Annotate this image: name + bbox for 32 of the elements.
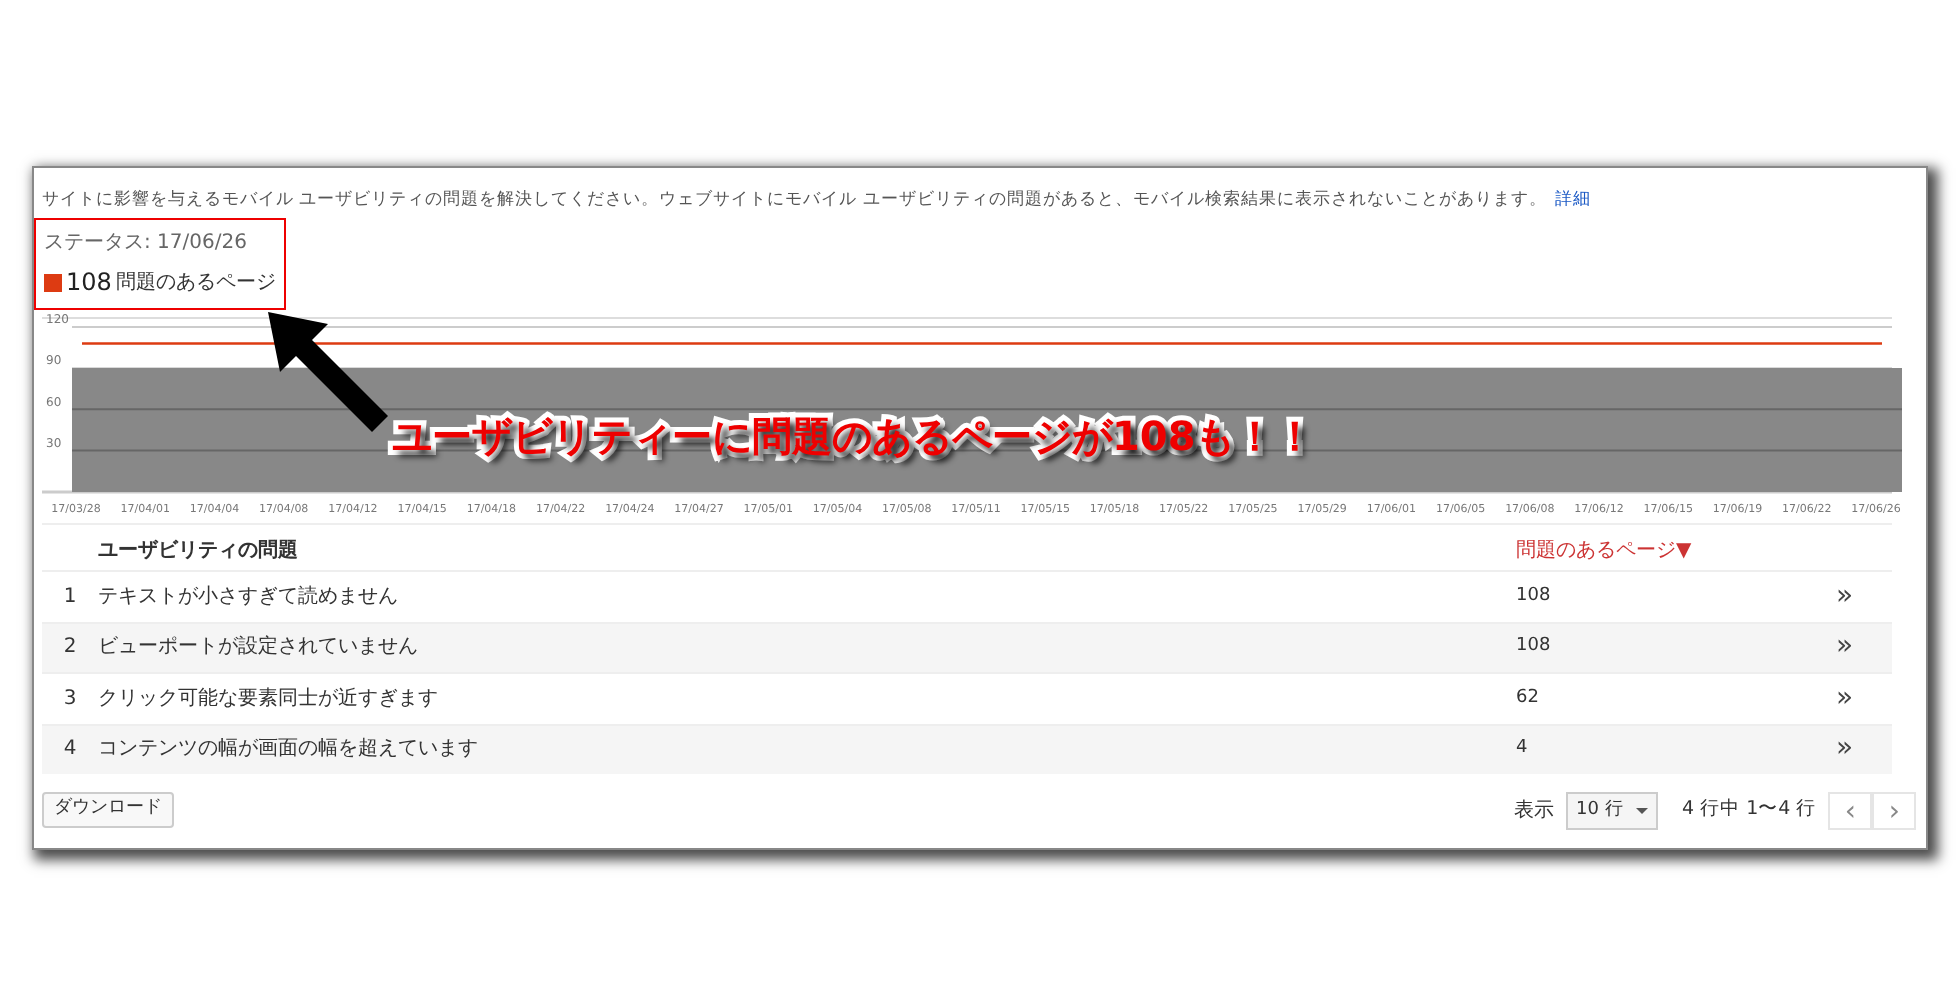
download-button[interactable]: ダウンロード [42, 792, 174, 828]
callout-text: ユーザビリティーに問題のあるページが108も！！ [392, 410, 1316, 464]
show-label: 表示 [1514, 797, 1554, 826]
caret-icon [1636, 808, 1648, 814]
issue-count: 108 [66, 266, 112, 300]
column-header: ユーザビリティの問題 [98, 537, 300, 565]
row-number: 4 [61, 736, 79, 765]
issue-name: ビューポートが設定されていません [98, 633, 420, 663]
row-range: 4 行中 1〜4 行 [1682, 796, 1817, 825]
legend-label: 問題のあるページ [115, 269, 276, 297]
row-number: 3 [61, 685, 79, 714]
open-details-link[interactable]: » [1836, 677, 1854, 720]
next-page-button[interactable]: › [1872, 792, 1917, 830]
page-count: 4 [1516, 736, 1530, 762]
page-count: 108 [1516, 583, 1553, 609]
row-number: 2 [61, 634, 79, 663]
page-count: 108 [1516, 634, 1553, 660]
status-date: ステータス: 17/06/26 [44, 230, 249, 258]
arrow-icon [268, 312, 388, 432]
sort-column-header[interactable]: 問題のあるページ▼ [1516, 535, 1692, 565]
open-details-link[interactable]: » [1836, 575, 1854, 618]
issue-name: テキストが小さすぎて読めません [98, 583, 400, 612]
issue-name: クリック可能な要素同士が近すぎます [98, 685, 440, 714]
description-text: サイトに影響を与えるモバイル ユーザビリティの問題を解決してください。ウェブサイトにモバイル ユーザビリティの問題があると、モバイル検索結果に表示されないことがあります。 [42, 188, 1547, 214]
issue-name: コンテンツの幅が画面の幅を超えています [98, 735, 480, 765]
details-link[interactable]: 詳細 [1554, 188, 1591, 214]
previous-page-button[interactable]: ‹ [1828, 792, 1873, 830]
page-size-dropdown[interactable]: 10 行 [1566, 792, 1658, 830]
open-details-link[interactable]: » [1836, 626, 1854, 669]
page-count: 62 [1516, 685, 1541, 711]
open-details-link[interactable]: » [1836, 728, 1854, 771]
row-number: 1 [61, 583, 79, 612]
